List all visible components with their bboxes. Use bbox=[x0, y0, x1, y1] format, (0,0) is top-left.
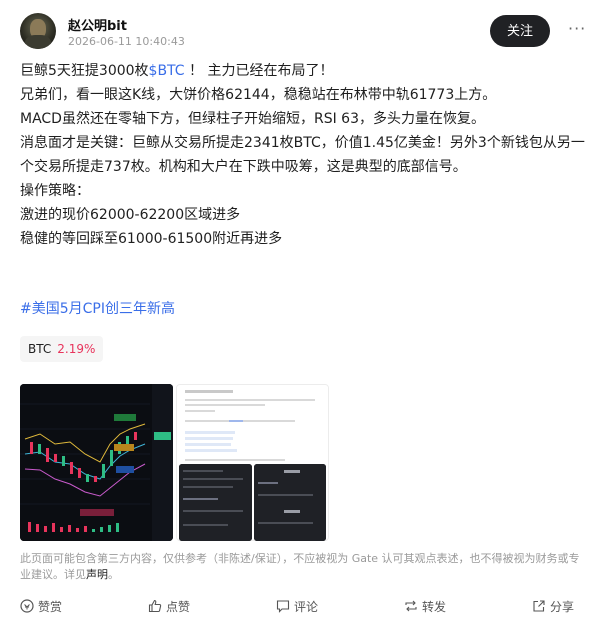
post-line-6: 激进的现价62000-62200区域进多 bbox=[20, 207, 241, 223]
reward-button[interactable]: 赞赏 bbox=[20, 597, 62, 617]
post-line-1-prefix: 巨鲸5天狂提3000枚 bbox=[20, 63, 149, 79]
share-label: 分享 bbox=[550, 600, 575, 614]
post-line-7: 稳健的等回踩至61000-61500附近再进多 bbox=[20, 231, 283, 247]
comment-icon bbox=[276, 600, 290, 613]
more-horizontal-icon[interactable]: ··· bbox=[568, 21, 586, 40]
inset-right-graphic bbox=[254, 464, 326, 541]
share-icon bbox=[533, 600, 545, 612]
action-bar: 赞赏 点赞 评论 转发 分享 bbox=[20, 597, 588, 617]
inset-dark-panel-left bbox=[179, 464, 252, 541]
post-body: 巨鲸5天狂提3000枚$BTC ！ 主力已经在布局了！ 兄弟们，看一眼这K线，大… bbox=[20, 59, 588, 251]
post-line-2: 兄弟们，看一眼这K线，大饼价格62144，稳稳站在布林带中轨61773上方。 bbox=[20, 87, 497, 103]
post-line-4: 消息面才是关键：巨鲸从交易所提走2341枚BTC，价值1.45亿美金！另外3个新… bbox=[20, 135, 585, 175]
hashtag-link[interactable]: #美国5月CPI创三年新高 bbox=[20, 298, 175, 318]
chart-thumbnail-graphic bbox=[20, 384, 173, 541]
post-header: 赵公明bit 2026-06-11 10:40:43 关注 ··· bbox=[20, 13, 588, 53]
disclaimer-end: 。 bbox=[108, 568, 119, 581]
repost-label: 转发 bbox=[422, 600, 447, 614]
post-line-5: 操作策略： bbox=[20, 183, 90, 199]
author-name[interactable]: 赵公明bit bbox=[68, 15, 127, 34]
inset-left-graphic bbox=[179, 464, 252, 541]
like-label: 点赞 bbox=[166, 600, 191, 614]
post-timestamp: 2026-06-11 10:40:43 bbox=[68, 35, 185, 48]
chart-screenshot-image[interactable] bbox=[20, 384, 173, 541]
chip-symbol: BTC bbox=[28, 342, 52, 356]
post-line-3: MACD虽然还在零轴下方，但绿柱子开始缩短，RSI 63，多头力量在恢复。 bbox=[20, 111, 485, 127]
comment-button[interactable]: 评论 bbox=[276, 597, 318, 617]
reward-label: 赞赏 bbox=[38, 600, 63, 614]
comment-label: 评论 bbox=[294, 600, 319, 614]
post-line-1-suffix: ！ 主力已经在布局了！ bbox=[184, 63, 334, 79]
ticker-link[interactable]: $BTC bbox=[149, 63, 185, 79]
like-button[interactable]: 点赞 bbox=[148, 597, 190, 617]
thumbs-up-icon bbox=[148, 599, 162, 613]
chip-change: 2.19% bbox=[57, 342, 96, 356]
repost-button[interactable]: 转发 bbox=[404, 597, 446, 617]
reward-icon bbox=[20, 599, 34, 613]
inset-dark-panel-right bbox=[254, 464, 326, 541]
repost-icon bbox=[405, 600, 417, 612]
avatar-body bbox=[25, 35, 51, 49]
ticker-chip[interactable]: BTC 2.19% bbox=[20, 336, 104, 362]
avatar[interactable] bbox=[20, 13, 56, 49]
post-line-1: 巨鲸5天狂提3000枚$BTC ！ 主力已经在布局了！ bbox=[20, 59, 588, 83]
follow-button[interactable]: 关注 bbox=[490, 15, 550, 47]
share-button[interactable]: 分享 bbox=[532, 597, 574, 617]
disclaimer-link[interactable]: 声明 bbox=[86, 568, 108, 581]
disclaimer: 此页面可能包含第三方内容，仅供参考（非陈述/保证），不应被视为 Gate 认可其… bbox=[20, 551, 588, 583]
